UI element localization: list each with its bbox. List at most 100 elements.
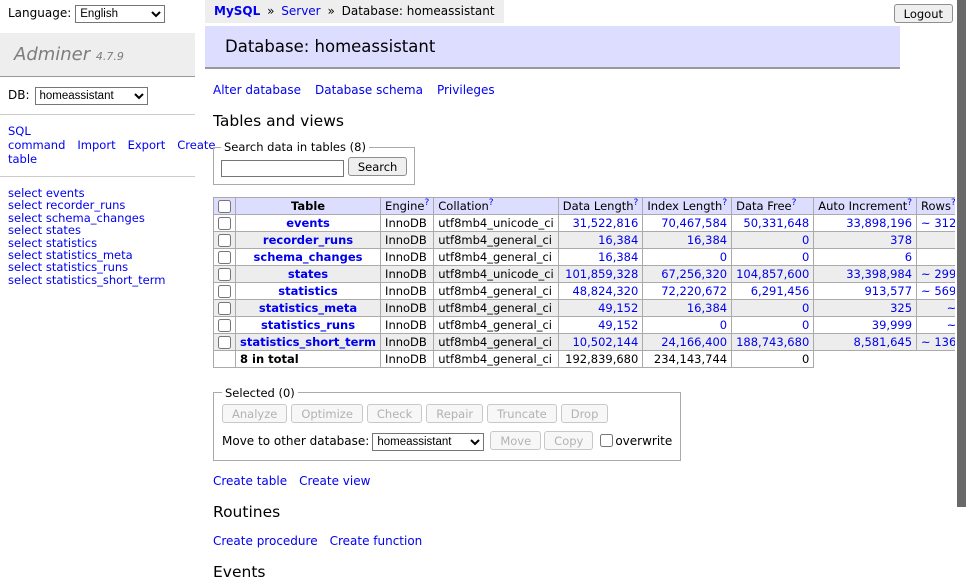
help-link-engine[interactable]: ? [424,198,429,208]
table-link-statistics_meta[interactable]: statistics_meta [259,301,357,315]
auto-increment-link[interactable]: 33,398,984 [846,267,912,281]
sidebar-select-link-select-statistics-runs[interactable]: select statistics_runs [8,261,187,273]
sidebar-link-sql-command[interactable]: SQL command [8,124,65,152]
sidebar-select-link-select-recorder-runs[interactable]: select recorder_runs [8,199,187,211]
index-length-cell: 70,467,584 [643,214,732,231]
move-db-select[interactable]: homeassistant [372,433,484,451]
data-length-link[interactable]: 16,384 [598,250,638,264]
auto-increment-link[interactable]: 33,898,196 [846,216,912,230]
scrollbar-thumb[interactable] [956,0,966,507]
auto-increment-link[interactable]: 39,999 [872,318,912,332]
index-length-link[interactable]: 70,467,584 [661,216,727,230]
index-length-link[interactable]: 24,166,400 [661,335,727,349]
table-link-events[interactable]: events [286,216,330,230]
sidebar-link-import[interactable]: Import [77,138,115,152]
table-link-statistics_short_term[interactable]: statistics_short_term [240,335,376,349]
row-checkbox-statistics_meta[interactable] [218,302,231,315]
auto-increment-link[interactable]: 378 [890,233,912,247]
select-all-cell [214,197,236,214]
db-action-privileges[interactable]: Privileges [437,83,495,97]
link-create-procedure[interactable]: Create procedure [213,534,318,548]
data-length-link[interactable]: 49,152 [598,318,638,332]
repair-button[interactable]: Repair [426,404,483,423]
auto-increment-link[interactable]: 8,581,645 [854,335,913,349]
data-free-link[interactable]: 0 [802,233,809,247]
row-checkbox-schema_changes[interactable] [218,251,231,264]
create-links-row: Create table Create view [213,474,966,488]
check-button[interactable]: Check [367,404,422,423]
select-all-checkbox[interactable] [218,200,231,213]
index-length-link[interactable]: 16,384 [687,233,727,247]
help-link-data-free[interactable]: ? [792,198,797,208]
row-checkbox-recorder_runs[interactable] [218,234,231,247]
data-free-link[interactable]: 104,857,600 [736,267,809,281]
data-length-link[interactable]: 10,502,144 [572,335,638,349]
data-free-cell: 188,743,680 [732,333,814,350]
data-length-link[interactable]: 16,384 [598,233,638,247]
logout-button[interactable]: Logout [894,4,953,23]
language-select[interactable]: English [75,5,165,23]
sidebar-link-export[interactable]: Export [128,138,166,152]
db-select[interactable]: homeassistant [35,87,148,105]
auto-increment-link[interactable]: 325 [890,301,912,315]
data-free-link[interactable]: 0 [802,250,809,264]
data-free-link[interactable]: 50,331,648 [743,216,809,230]
help-link-index-length[interactable]: ? [722,198,727,208]
truncate-button[interactable]: Truncate [487,404,557,423]
adminer-app: { "language": { "label": "Language:", "v… [0,0,966,543]
help-link-auto-increment[interactable]: ? [907,198,912,208]
breadcrumb-link-server[interactable]: Server [281,4,320,18]
row-checkbox-statistics_runs[interactable] [218,319,231,332]
data-length-link[interactable]: 31,522,816 [572,216,638,230]
index-length-cell: 67,256,320 [643,265,732,282]
table-row-statistics_meta: statistics_metaInnoDButf8mb4_general_ci4… [214,299,966,316]
db-action-database-schema[interactable]: Database schema [315,83,423,97]
help-link-collation[interactable]: ? [489,198,494,208]
data-length-link[interactable]: 48,824,320 [572,284,638,298]
scrollbar[interactable] [955,0,966,543]
data-length-link[interactable]: 49,152 [598,301,638,315]
data-length-link[interactable]: 101,859,328 [565,267,638,281]
sidebar-select-link-select-statistics-short-term[interactable]: select statistics_short_term [8,274,187,286]
copy-button[interactable]: Copy [544,431,593,450]
auto-increment-link[interactable]: 6 [905,250,912,264]
total-data-length-cell: 192,839,680 [558,350,643,367]
search-button[interactable]: Search [348,157,408,176]
drop-button[interactable]: Drop [561,404,609,423]
link-create-table[interactable]: Create table [213,474,287,488]
index-length-link[interactable]: 67,256,320 [661,267,727,281]
search-input[interactable] [221,160,344,177]
table-name-cell: statistics [236,282,381,299]
sidebar-select-link-select-states[interactable]: select states [8,224,187,236]
row-checkbox-statistics_short_term[interactable] [218,336,231,349]
auto-increment-link[interactable]: 913,577 [864,284,912,298]
table-link-states[interactable]: states [288,267,328,281]
index-length-link[interactable]: 0 [720,318,727,332]
data-free-link[interactable]: 0 [802,301,809,315]
data-free-link[interactable]: 188,743,680 [736,335,809,349]
link-create-view[interactable]: Create view [299,474,370,488]
row-checkbox-events[interactable] [218,217,231,230]
row-checkbox-states[interactable] [218,268,231,281]
table-name-cell: statistics_meta [236,299,381,316]
db-action-alter-database[interactable]: Alter database [213,83,301,97]
table-link-statistics[interactable]: statistics [278,284,338,298]
total-collation-cell: utf8mb4_general_ci [434,350,559,367]
index-length-link[interactable]: 16,384 [687,301,727,315]
row-checkbox-statistics[interactable] [218,285,231,298]
db-row: DB:homeassistant [0,77,195,115]
table-link-recorder_runs[interactable]: recorder_runs [263,233,353,247]
index-length-link[interactable]: 72,220,672 [661,284,727,298]
link-create-function[interactable]: Create function [330,534,423,548]
optimize-button[interactable]: Optimize [291,404,363,423]
breadcrumb-link-mysql[interactable]: MySQL [214,4,260,18]
data-free-link[interactable]: 0 [802,318,809,332]
table-link-statistics_runs[interactable]: statistics_runs [261,318,355,332]
move-button[interactable]: Move [490,431,541,450]
analyze-button[interactable]: Analyze [222,404,287,423]
table-link-schema_changes[interactable]: schema_changes [254,250,363,264]
overwrite-checkbox[interactable] [600,434,613,447]
help-link-data-length[interactable]: ? [634,198,639,208]
data-free-link[interactable]: 6,291,456 [751,284,810,298]
index-length-link[interactable]: 0 [720,250,727,264]
